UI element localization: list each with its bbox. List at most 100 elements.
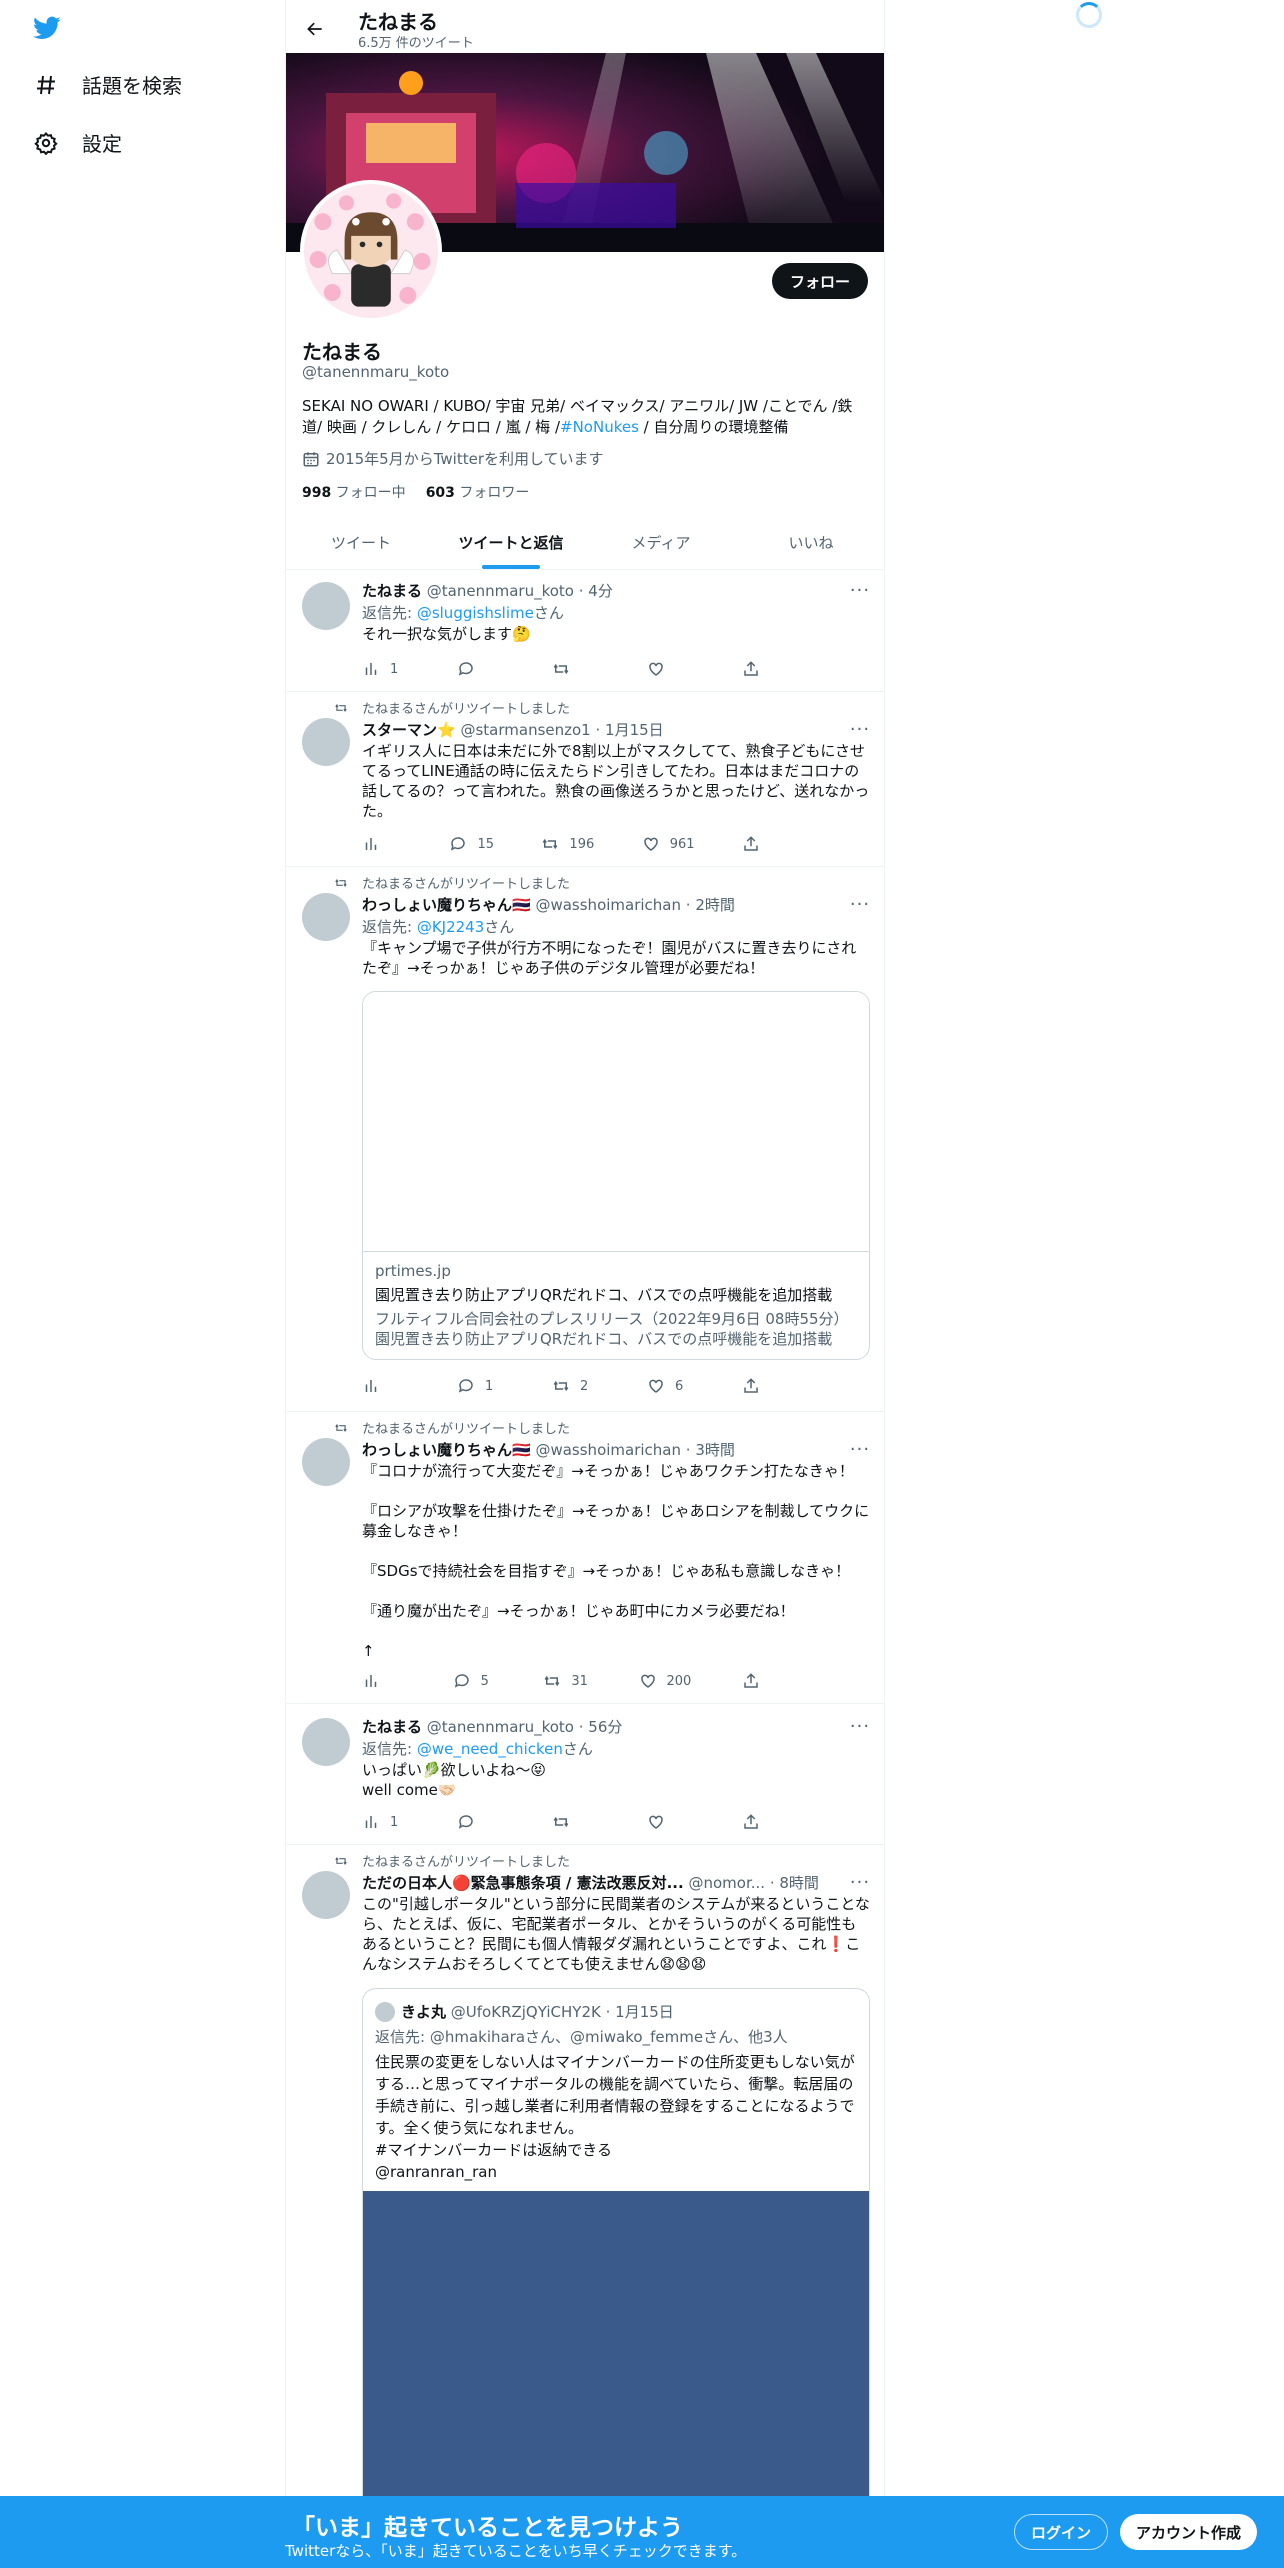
share-button[interactable] [742,1811,782,1833]
tweet[interactable]: たねまるさんがリツイートしました スターマン⭐ @starmansenzo1 ·… [286,692,884,867]
tweet-header: たねまる @tanennmaru_koto · 56分 [362,1716,862,1737]
retweet-icon [553,663,569,675]
tweet-actions: 15 196 961 [362,833,782,855]
login-button[interactable]: ログイン [1014,2514,1109,2550]
tweet-author-name[interactable]: わっしょい魔りちゃん🇹🇭 [362,1441,531,1459]
avatar[interactable] [302,1438,350,1486]
nav-settings[interactable]: 設定 [32,128,122,157]
tweet-time[interactable]: · 2時間 [686,896,735,914]
avatar[interactable] [375,2001,395,2022]
retweet-button[interactable]: 196 [541,833,594,855]
like-button[interactable] [647,658,687,680]
tweet-author-handle[interactable]: @wasshoimarichan [535,896,681,914]
more-options-icon[interactable]: ··· [850,894,870,915]
tweet-author-handle[interactable]: @tanennmaru_koto [427,1718,574,1736]
avatar[interactable] [302,893,350,941]
followers-link[interactable]: 603 フォロワー [426,485,530,501]
tweet-header: スターマン⭐ @starmansenzo1 · 1月15日 [362,719,862,740]
like-button[interactable]: 6 [647,1375,687,1397]
more-options-icon[interactable]: ··· [850,1716,870,1737]
retweet-icon [335,1423,347,1432]
retweet-button[interactable] [552,658,592,680]
tweet-author-name[interactable]: スターマン⭐ [362,721,456,739]
tweet[interactable]: たねまるさんがリツイートしました わっしょい魔りちゃん🇹🇭 @wasshoima… [286,867,884,1412]
views-button[interactable] [362,833,402,855]
reply-icon [458,1379,473,1393]
tweet[interactable]: たねまる @tanennmaru_koto · 4分 ··· 返信先: @slu… [286,570,884,692]
reply-to-link[interactable]: @sluggishslime [417,604,534,622]
like-button[interactable]: 961 [642,833,695,855]
quoted-tweet-image[interactable] [363,2191,869,2500]
more-options-icon[interactable]: ··· [850,580,870,601]
tab-tweets-and-replies[interactable]: ツイートと返信 [436,516,586,569]
tweet-text: それ一択な気がします🤔 [362,625,531,643]
tweet-time[interactable]: · 4分 [579,582,613,600]
avatar[interactable] [302,1718,350,1766]
share-button[interactable] [742,658,782,680]
link-card[interactable]: prtimes.jp 園児置き去り防止アプリQRだれドコ、バスでの点呼機能を追加… [362,991,870,1360]
profile-name: たねまる [302,340,382,364]
reply-button[interactable]: 5 [453,1670,493,1692]
bio-hashtag-link[interactable]: #NoNukes [560,418,639,436]
like-button[interactable] [647,1811,687,1833]
reply-to-link[interactable]: @KJ2243 [417,918,484,936]
tweet-time[interactable]: · 8時間 [770,1874,819,1892]
tweet-time[interactable]: · 3時間 [686,1441,735,1459]
tweet-author-handle[interactable]: @wasshoimarichan [535,1441,681,1459]
share-icon [744,661,758,676]
more-options-icon[interactable]: ··· [850,719,870,740]
views-button[interactable]: 1 [362,658,402,680]
tweet-author-name[interactable]: わっしょい魔りちゃん🇹🇭 [362,896,531,914]
retweet-button[interactable]: 31 [543,1670,588,1692]
back-arrow-icon[interactable] [298,12,332,46]
tweet-header: わっしょい魔りちゃん🇹🇭 @wasshoimarichan · 2時間 [362,894,862,915]
avatar[interactable] [302,718,350,766]
tweet-author-name[interactable]: ただの日本人🔴緊急事態条項 / 憲法改悪反対... [362,1874,684,1892]
quoted-tweet[interactable]: きよ丸 @UfoKRZjQYiCHY2K · 1月15日 返信先: @hmaki… [362,1988,870,2500]
tweet-author-handle[interactable]: @starmansenzo1 [460,721,590,739]
share-button[interactable] [742,1670,782,1692]
like-button[interactable]: 200 [639,1670,691,1692]
share-button[interactable] [742,833,782,855]
reply-to-link[interactable]: @we_need_chicken [417,1740,563,1758]
tab-likes[interactable]: いいね [736,516,884,569]
follow-button[interactable]: フォロー [771,263,868,299]
quoted-author-handle: @UfoKRZjQYiCHY2K [450,2002,601,2021]
reply-button[interactable] [457,1811,497,1833]
signup-button[interactable]: アカウント作成 [1120,2514,1258,2550]
reply-to-line: 返信先: @KJ2243さん [362,918,515,936]
nav-settings-label: 設定 [82,132,122,156]
tweet-text: イギリス人に日本は未だに外で8割以上がマスクしてて、熟食子どもにさせてるってLI… [362,742,870,820]
quoted-author-name: きよ丸 [401,2003,447,2021]
tweet-author-name[interactable]: たねまる [362,582,422,600]
more-options-icon[interactable]: ··· [850,1872,870,1893]
retweet-button[interactable] [552,1811,592,1833]
twitter-bird-icon[interactable] [30,14,64,42]
tweet[interactable]: たねまる @tanennmaru_koto · 56分 ··· 返信先: @we… [286,1704,884,1845]
tweet[interactable]: たねまるさんがリツイートしました ただの日本人🔴緊急事態条項 / 憲法改悪反対.… [286,1845,884,2500]
profile-avatar[interactable] [300,180,442,322]
avatar[interactable] [302,582,350,630]
reply-button[interactable]: 15 [449,833,494,855]
tweet-time[interactable]: · 1月15日 [596,721,664,739]
share-button[interactable] [742,1375,782,1397]
avatar[interactable] [302,1871,350,1919]
retweet-indicator: たねまるさんがリツイートしました [332,873,570,892]
tab-tweets[interactable]: ツイート [286,516,436,569]
retweet-button[interactable]: 2 [552,1375,592,1397]
views-button[interactable] [362,1670,402,1692]
following-link[interactable]: 998 フォロー中 [302,485,406,501]
more-options-icon[interactable]: ··· [850,1439,870,1460]
tweet[interactable]: たねまるさんがリツイートしました わっしょい魔りちゃん🇹🇭 @wasshoima… [286,1412,884,1704]
tab-media[interactable]: メディア [586,516,736,569]
tweet-author-name[interactable]: たねまる [362,1718,422,1736]
views-button[interactable]: 1 [362,1811,402,1833]
reply-button[interactable] [457,658,497,680]
nav-explore[interactable]: 話題を検索 [32,70,182,99]
tweet-time[interactable]: · 56分 [579,1718,623,1736]
tweet-author-handle[interactable]: @tanennmaru_koto [427,582,574,600]
tweet-text: 『キャンプ場で子供が行方不明になったぞ！園児がバスに置き去りにされたぞ』→そっか… [362,939,857,977]
reply-button[interactable]: 1 [457,1375,497,1397]
views-button[interactable] [362,1375,402,1397]
tweet-author-handle[interactable]: @nomor... [688,1874,765,1892]
